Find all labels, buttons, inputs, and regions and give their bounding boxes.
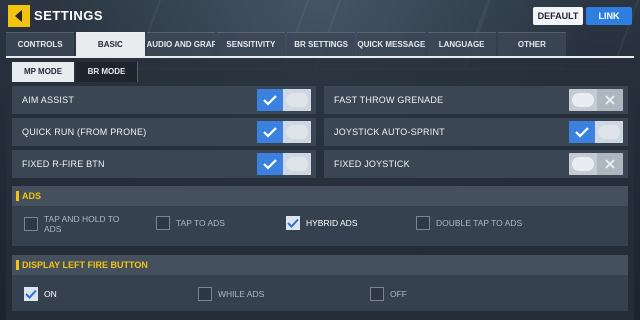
setting-joystick-auto-sprint: JOYSTICK AUTO-SPRINT	[324, 118, 628, 146]
aim-assist-toggle[interactable]	[257, 89, 311, 111]
ads-option-hybrid-ads[interactable]: HYBRID ADS	[286, 216, 358, 230]
checkbox[interactable]	[156, 216, 170, 230]
back-arrow-icon	[15, 10, 22, 22]
ads-option-tap-to-ads[interactable]: TAP TO ADS	[156, 216, 225, 230]
left-fire-section-title: DISPLAY LEFT FIRE BUTTON	[12, 255, 628, 275]
tab-quick-message[interactable]: QUICK MESSAGE	[357, 32, 426, 56]
setting-label: FIXED R-FIRE BTN	[22, 159, 105, 169]
tab-sensitivity[interactable]: SENSITIVITY	[216, 32, 285, 56]
option-label: ON	[44, 289, 57, 299]
setting-label: FAST THROW GRENADE	[334, 95, 444, 105]
left-fire-option-off[interactable]: OFF	[370, 287, 407, 301]
page-title: SETTINGS	[34, 8, 104, 23]
quick-run-toggle[interactable]	[257, 121, 311, 143]
subtab-mp-mode[interactable]: MP MODE	[12, 62, 74, 82]
fixed-r-fire-btn-toggle[interactable]	[257, 153, 311, 175]
checkbox[interactable]	[24, 217, 38, 231]
option-label: OFF	[390, 289, 407, 299]
fast-throw-grenade-toggle[interactable]	[569, 89, 623, 111]
tab-controls[interactable]: CONTROLS	[6, 32, 75, 56]
ads-option-tap-and-hold[interactable]: TAP AND HOLD TO ADS	[24, 214, 144, 234]
checkbox[interactable]	[24, 287, 38, 301]
setting-fast-throw-grenade: FAST THROW GRENADE	[324, 86, 628, 114]
option-label: WHILE ADS	[218, 289, 265, 299]
checkbox[interactable]	[416, 216, 430, 230]
left-fire-option-while-ads[interactable]: WHILE ADS	[198, 287, 264, 301]
subtab-br-mode[interactable]: BR MODE	[76, 62, 138, 82]
setting-fixed-joystick: FIXED JOYSTICK	[324, 150, 628, 178]
setting-label: QUICK RUN (FROM PRONE)	[22, 127, 147, 137]
mode-subtabs: MP MODE BR MODE	[12, 62, 138, 82]
option-label: HYBRID ADS	[306, 218, 358, 228]
tab-audio-and-graphics[interactable]: AUDIO AND GRAPHICS	[146, 32, 215, 56]
tab-basic[interactable]: BASIC	[76, 32, 145, 56]
check-icon	[263, 95, 277, 106]
close-icon	[605, 159, 615, 169]
fixed-joystick-toggle[interactable]	[569, 153, 623, 175]
joystick-auto-sprint-toggle[interactable]	[569, 121, 623, 143]
settings-tabs: CONTROLS BASIC AUDIO AND GRAPHICS SENSIT…	[6, 32, 566, 56]
link-button[interactable]: LINK	[586, 7, 632, 25]
settings-panel: MP MODE BR MODE AIM ASSIST FAST THROW GR…	[6, 58, 634, 320]
default-button[interactable]: DEFAULT	[533, 7, 583, 25]
check-icon	[575, 127, 589, 138]
checkbox[interactable]	[286, 216, 300, 230]
option-label: TAP TO ADS	[176, 218, 225, 228]
ads-section: ADS TAP AND HOLD TO ADS TAP TO ADS HYBRI…	[12, 186, 628, 246]
back-button[interactable]	[8, 5, 30, 27]
left-fire-section: DISPLAY LEFT FIRE BUTTON ON WHILE ADS OF…	[12, 255, 628, 311]
setting-fixed-r-fire-btn: FIXED R-FIRE BTN	[12, 150, 316, 178]
header: SETTINGS DEFAULT LINK	[0, 0, 640, 32]
tab-other[interactable]: OTHER	[497, 32, 566, 56]
setting-label: AIM ASSIST	[22, 95, 75, 105]
setting-aim-assist: AIM ASSIST	[12, 86, 316, 114]
tab-language[interactable]: LANGUAGE	[427, 32, 496, 56]
left-fire-option-on[interactable]: ON	[24, 287, 57, 301]
checkbox[interactable]	[370, 287, 384, 301]
ads-section-title: ADS	[12, 186, 628, 206]
close-icon	[605, 95, 615, 105]
check-icon	[287, 218, 299, 228]
check-icon	[263, 127, 277, 138]
option-label: DOUBLE TAP TO ADS	[436, 218, 523, 228]
setting-label: FIXED JOYSTICK	[334, 159, 410, 169]
setting-label: JOYSTICK AUTO-SPRINT	[334, 127, 445, 137]
check-icon	[263, 159, 277, 170]
setting-quick-run: QUICK RUN (FROM PRONE)	[12, 118, 316, 146]
check-icon	[25, 289, 37, 299]
checkbox[interactable]	[198, 287, 212, 301]
ads-option-double-tap[interactable]: DOUBLE TAP TO ADS	[416, 216, 522, 230]
option-label: TAP AND HOLD TO ADS	[44, 214, 120, 234]
tab-br-settings[interactable]: BR SETTINGS	[287, 32, 356, 56]
